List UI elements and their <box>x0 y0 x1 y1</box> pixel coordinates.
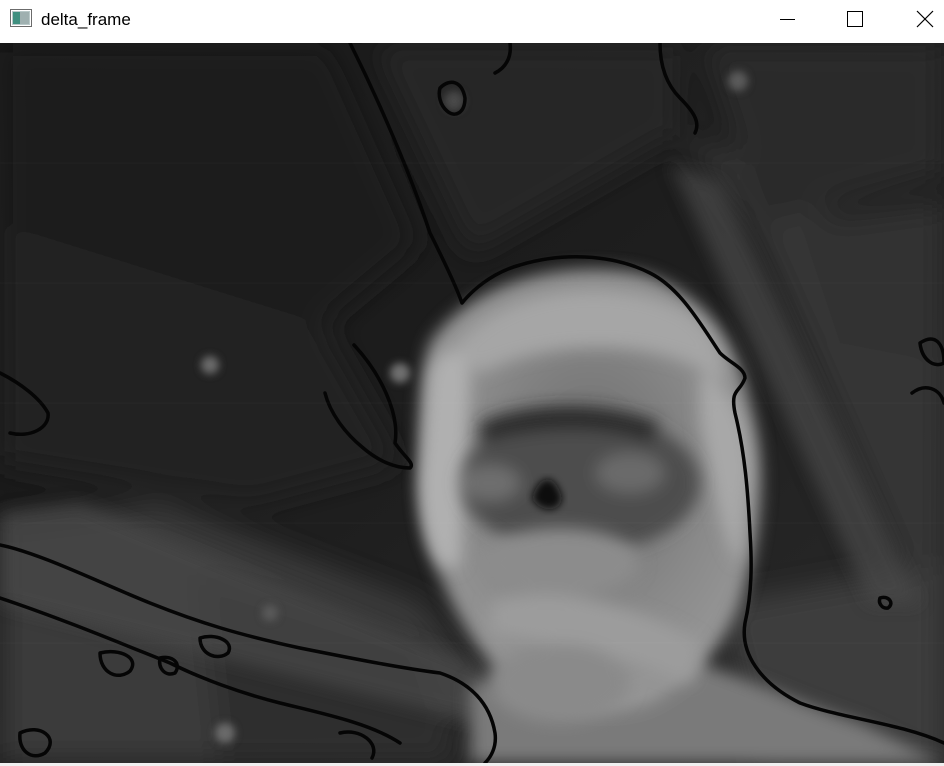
frame-rendering <box>0 43 944 763</box>
app-icon <box>10 9 32 27</box>
minimize-icon <box>780 19 795 20</box>
maximize-button[interactable] <box>832 0 878 38</box>
title-bar[interactable]: delta_frame <box>0 0 944 42</box>
close-icon <box>916 10 934 28</box>
maximize-icon <box>847 11 863 27</box>
delta-frame-image <box>0 43 944 763</box>
app-window: delta_frame <box>0 0 944 766</box>
window-title: delta_frame <box>41 10 131 29</box>
minimize-button[interactable] <box>764 0 810 38</box>
close-button[interactable] <box>902 0 944 38</box>
